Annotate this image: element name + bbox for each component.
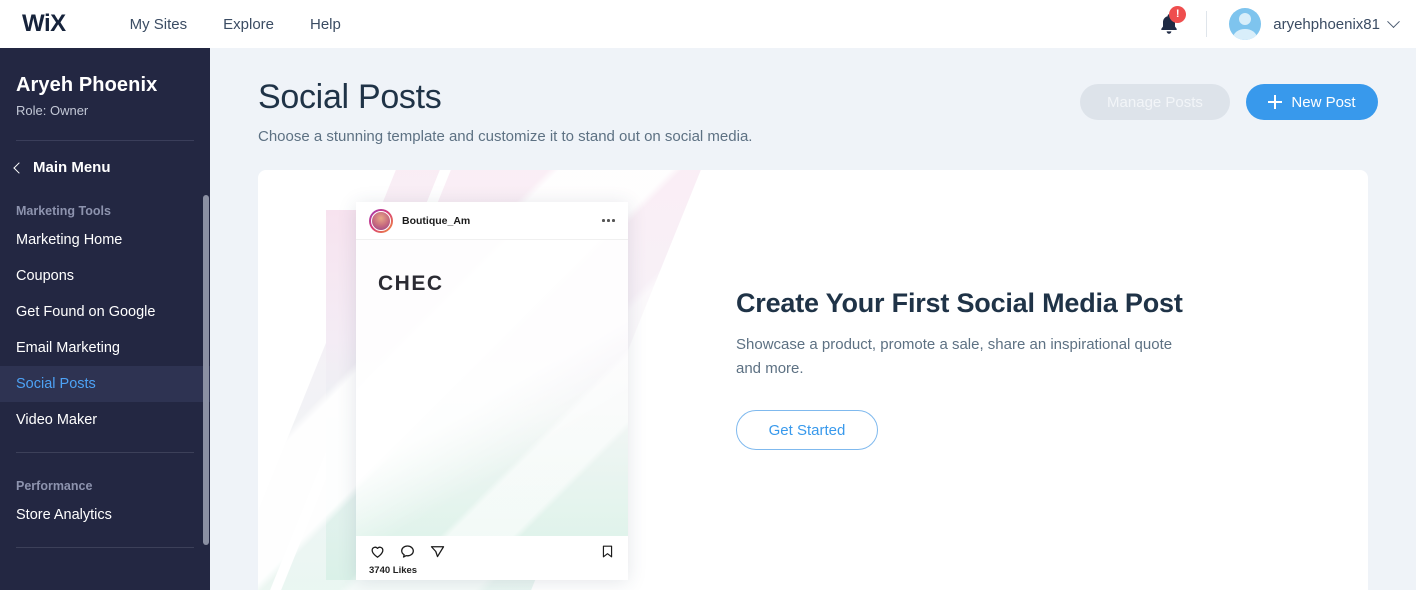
more-options-icon (602, 219, 615, 222)
top-nav-explore[interactable]: Explore (223, 16, 274, 33)
username-label[interactable]: aryehphoenix81 (1273, 16, 1380, 33)
instagram-post-mockup: Boutique_Am CHEC 3740 Likes (356, 202, 628, 580)
notification-badge: ! (1169, 6, 1187, 23)
post-image: CHEC (356, 240, 628, 536)
sidebar-item-get-found-on-google[interactable]: Get Found on Google (0, 294, 210, 330)
top-navigation-bar: WiX My Sites Explore Help ! aryehphoenix… (0, 0, 1416, 48)
empty-state-title: Create Your First Social Media Post (736, 288, 1183, 318)
sidebar-item-marketing-home[interactable]: Marketing Home (0, 222, 210, 258)
post-preview-illustration: Boutique_Am CHEC 3740 Likes (258, 170, 738, 590)
top-nav-links: My Sites Explore Help (130, 16, 341, 33)
sidebar-item-video-maker[interactable]: Video Maker (0, 402, 210, 438)
post-author-avatar (369, 208, 393, 233)
user-avatar[interactable] (1229, 8, 1262, 40)
sidebar-item-coupons[interactable]: Coupons (0, 258, 210, 294)
plus-icon (1268, 95, 1283, 109)
account-name: Aryeh Phoenix (16, 74, 158, 96)
chevron-down-icon[interactable] (1387, 14, 1400, 28)
main-menu-back-button[interactable]: Main Menu (0, 141, 210, 192)
post-action-icons (369, 543, 615, 560)
sidebar-item-social-posts[interactable]: Social Posts (0, 366, 210, 402)
empty-state-card: Boutique_Am CHEC 3740 Likes Create Your … (258, 170, 1368, 590)
account-role: Role: Owner (16, 103, 89, 118)
page-subtitle: Choose a stunning template and customize… (258, 128, 753, 145)
main-content: Social Posts Choose a stunning template … (210, 48, 1416, 590)
top-nav-help[interactable]: Help (310, 16, 341, 33)
main-menu-label: Main Menu (33, 159, 111, 176)
share-icon (430, 546, 445, 558)
sidebar-group-label-performance: Performance (16, 479, 93, 493)
sidebar: Aryeh Phoenix Role: Owner Main Menu Mark… (0, 48, 210, 590)
post-footer: 3740 Likes (356, 536, 628, 580)
post-likes-count: 3740 Likes (369, 565, 418, 576)
sidebar-section-divider-1 (16, 452, 194, 453)
sidebar-item-store-analytics[interactable]: Store Analytics (0, 497, 210, 533)
comment-icon (401, 545, 414, 558)
new-post-button[interactable]: New Post (1246, 84, 1378, 120)
sidebar-account-header: Aryeh Phoenix Role: Owner (0, 48, 210, 141)
get-started-button[interactable]: Get Started (736, 410, 878, 450)
top-bar-divider (1206, 11, 1208, 37)
page-title: Social Posts (258, 78, 442, 116)
empty-state-copy: Create Your First Social Media Post Show… (736, 170, 1356, 590)
empty-state-description: Showcase a product, promote a sale, shar… (736, 336, 1173, 377)
sidebar-scrollbar[interactable] (203, 195, 209, 545)
top-nav-my-sites[interactable]: My Sites (130, 16, 188, 33)
wix-logo[interactable]: WiX (22, 12, 66, 36)
page-action-buttons: Manage Posts New Post (1080, 84, 1378, 120)
chevron-left-icon (13, 161, 25, 174)
post-author-name: Boutique_Am (402, 214, 471, 227)
heart-icon (371, 546, 384, 558)
sidebar-section-divider-2 (16, 547, 194, 548)
post-header: Boutique_Am (356, 202, 628, 240)
post-headline-text: CHEC (378, 272, 444, 295)
sidebar-item-email-marketing[interactable]: Email Marketing (0, 330, 210, 366)
notifications-button[interactable]: ! (1154, 6, 1187, 39)
manage-posts-button[interactable]: Manage Posts (1080, 84, 1230, 120)
bookmark-icon (602, 545, 613, 558)
top-bar-right-cluster: ! aryehphoenix81 (1154, 6, 1400, 40)
new-post-label: New Post (1291, 93, 1356, 111)
sidebar-group-label-marketing-tools: Marketing Tools (16, 204, 111, 218)
